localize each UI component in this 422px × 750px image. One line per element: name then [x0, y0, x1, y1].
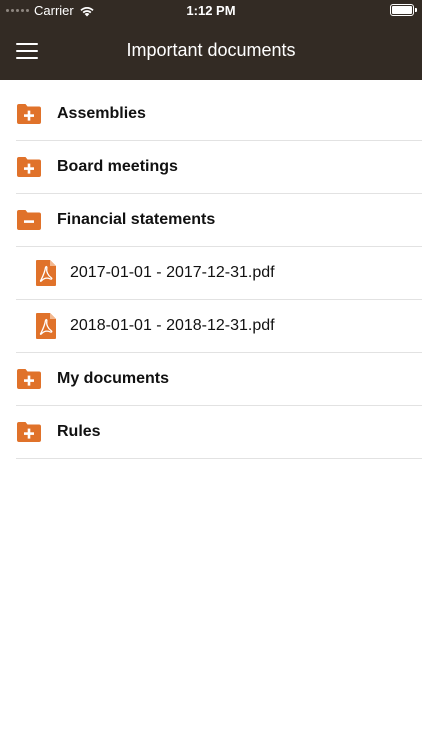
navigation-bar: Important documents — [0, 22, 422, 80]
folder-row[interactable]: Rules — [16, 406, 422, 459]
folder-plus-icon — [17, 157, 41, 177]
top-bar: Carrier 1:12 PM Important documents — [0, 0, 422, 80]
folder-name: Assemblies — [57, 105, 146, 122]
folder-plus-icon — [17, 422, 41, 442]
file-row[interactable]: 2017-01-01 - 2017-12-31.pdf — [16, 247, 422, 300]
file-row[interactable]: 2018-01-01 - 2018-12-31.pdf — [16, 300, 422, 353]
folder-plus-icon — [17, 104, 41, 124]
pdf-file-icon — [36, 313, 56, 339]
folder-minus-icon — [17, 210, 41, 230]
pdf-file-icon — [36, 260, 56, 286]
folder-plus-icon — [17, 369, 41, 389]
status-time: 1:12 PM — [186, 3, 236, 18]
status-bar: Carrier 1:12 PM — [0, 0, 422, 22]
folder-row[interactable]: Assemblies — [16, 88, 422, 141]
folder-name: Board meetings — [57, 158, 178, 175]
folder-name: Rules — [57, 423, 101, 440]
folder-row[interactable]: Financial statements — [16, 194, 422, 247]
folder-row[interactable]: Board meetings — [16, 141, 422, 194]
battery-icon — [390, 4, 417, 16]
folder-name: Financial statements — [57, 211, 216, 228]
file-name: 2018-01-01 - 2018-12-31.pdf — [70, 317, 275, 334]
page-title: Important documents — [126, 40, 296, 60]
folder-name: My documents — [57, 370, 170, 387]
file-name: 2017-01-01 - 2017-12-31.pdf — [70, 264, 275, 281]
document-list: Assemblies Board meetings Financial statem… — [16, 88, 422, 459]
app-screen: Carrier 1:12 PM Important documents Asse… — [0, 0, 422, 750]
folder-row[interactable]: My documents — [16, 353, 422, 406]
